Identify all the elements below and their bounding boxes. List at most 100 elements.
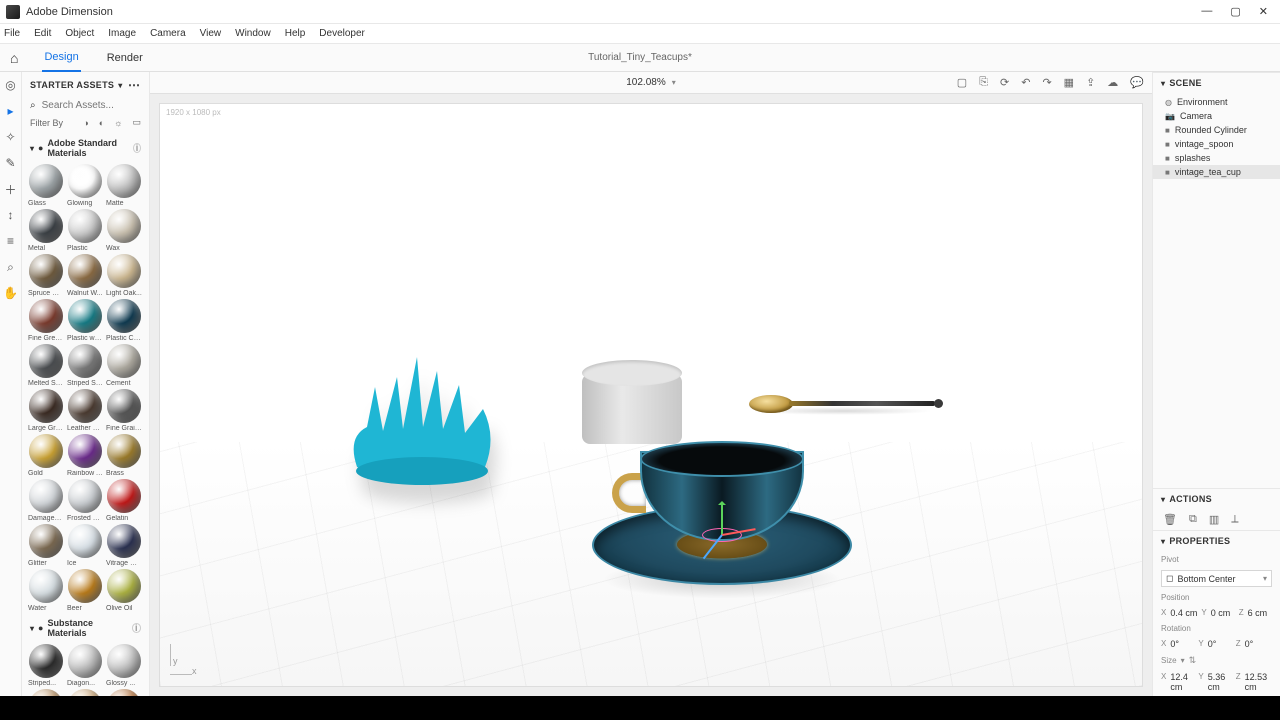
tab-design[interactable]: Design	[42, 44, 80, 72]
add-tool-icon[interactable]: ＋	[4, 182, 18, 196]
material-swatch[interactable]: Metal	[28, 209, 64, 252]
material-swatch[interactable]: Fine Green...	[28, 299, 64, 342]
zoom-tool-icon[interactable]: ⌕	[4, 260, 18, 274]
home-button[interactable]: ⌂	[10, 50, 18, 66]
minimize-button[interactable]: —	[1201, 5, 1212, 18]
material-swatch[interactable]: Gelatin	[106, 479, 142, 522]
delete-action-icon[interactable]: 🗑	[1163, 513, 1177, 526]
rotation-z[interactable]: 0°	[1245, 639, 1269, 649]
rotation-x[interactable]: 0°	[1170, 639, 1194, 649]
menu-developer[interactable]: Developer	[319, 28, 365, 39]
menu-view[interactable]: View	[200, 28, 222, 39]
camera-bookmark-icon[interactable]: ⎘	[979, 76, 988, 89]
material-swatch[interactable]: Plastic Can...	[106, 299, 142, 342]
material-swatch[interactable]: Gold	[28, 434, 64, 477]
position-z[interactable]: 6 cm	[1248, 608, 1272, 618]
select-tool-icon[interactable]: ▸	[4, 104, 18, 118]
material-swatch[interactable]: Frosted Gl...	[67, 479, 103, 522]
material-swatch[interactable]: Leather Gr...	[67, 389, 103, 432]
material-swatch[interactable]: Striped...	[28, 644, 64, 687]
3d-viewport[interactable]: 1920 x 1080 px	[160, 104, 1142, 686]
align-tool-icon[interactable]: ≡	[4, 234, 18, 248]
material-swatch[interactable]	[28, 689, 64, 696]
filter-materials-icon[interactable]: ◐	[99, 118, 104, 128]
close-button[interactable]: ✕	[1259, 5, 1268, 18]
material-swatch[interactable]: Glitter	[28, 524, 64, 567]
scene-item[interactable]: ■vintage_spoon	[1153, 137, 1280, 151]
comment-icon[interactable]: 💬	[1130, 76, 1144, 89]
share-icon[interactable]: ⇪	[1086, 76, 1095, 89]
material-swatch[interactable]: Glossy ...	[106, 644, 142, 687]
scene-item[interactable]: ■splashes	[1153, 151, 1280, 165]
menu-edit[interactable]: Edit	[34, 28, 51, 39]
assets-header[interactable]: STARTER ASSETS	[30, 80, 114, 90]
refresh-icon[interactable]: ⟳	[1000, 76, 1009, 89]
material-swatch[interactable]: Plastic	[67, 209, 103, 252]
material-swatch[interactable]: Olive Oil	[106, 569, 142, 612]
scene-item[interactable]: 📷Camera	[1153, 109, 1280, 123]
marquee-icon[interactable]: ▢	[957, 76, 967, 89]
material-swatch[interactable]: Walnut W...	[67, 254, 103, 297]
material-swatch[interactable]: Cement	[106, 344, 142, 387]
menu-window[interactable]: Window	[235, 28, 271, 39]
size-y[interactable]: 5.36 cm	[1208, 672, 1232, 692]
rotation-y[interactable]: 0°	[1208, 639, 1232, 649]
material-swatch[interactable]: Light Oak...	[106, 254, 142, 297]
transform-gizmo[interactable]	[692, 505, 752, 565]
material-swatch[interactable]: Brass	[106, 434, 142, 477]
material-swatch[interactable]: Water	[28, 569, 64, 612]
material-swatch[interactable]: Glass	[28, 164, 64, 207]
undo-camera-icon[interactable]: ↶	[1021, 76, 1030, 89]
material-swatch[interactable]: Wax	[106, 209, 142, 252]
material-swatch[interactable]	[106, 689, 142, 696]
material-swatch[interactable]	[67, 689, 103, 696]
link-icon[interactable]: ⇅	[1189, 655, 1197, 666]
orbit-tool-icon[interactable]: ◎	[4, 78, 18, 92]
scene-item[interactable]: ◍Environment	[1153, 95, 1280, 109]
filter-images-icon[interactable]: ▭	[132, 117, 141, 128]
expand-icon[interactable]: ▾	[30, 144, 34, 153]
menu-file[interactable]: File	[4, 28, 20, 39]
object-splashes[interactable]	[337, 337, 507, 507]
assets-more-icon[interactable]: ⋯	[128, 78, 141, 92]
material-swatch[interactable]: Rainbow A...	[67, 434, 103, 477]
chevron-down-icon[interactable]: ▾	[672, 78, 676, 87]
pivot-select[interactable]: ◻ Bottom Center ▾	[1161, 570, 1272, 587]
menu-image[interactable]: Image	[108, 28, 136, 39]
size-x[interactable]: 12.4 cm	[1170, 672, 1194, 692]
menu-camera[interactable]: Camera	[150, 28, 186, 39]
group-action-icon[interactable]: ▥	[1209, 513, 1219, 526]
tab-render[interactable]: Render	[105, 45, 145, 71]
filter-models-icon[interactable]: ◑	[83, 118, 88, 128]
scene-item[interactable]: ■Rounded Cylinder	[1153, 123, 1280, 137]
info-icon[interactable]: i	[132, 623, 141, 633]
material-swatch[interactable]: Damaged ...	[28, 479, 64, 522]
category-substance-materials[interactable]: Substance Materials	[47, 618, 127, 638]
material-swatch[interactable]: Spruce Wo...	[28, 254, 64, 297]
material-swatch[interactable]: Melted Sn...	[28, 344, 64, 387]
render-preview-icon[interactable]: ▦	[1064, 76, 1074, 89]
material-swatch[interactable]: Plastic wit...	[67, 299, 103, 342]
redo-camera-icon[interactable]: ↷	[1042, 76, 1051, 89]
duplicate-action-icon[interactable]: ⧉	[1189, 513, 1197, 526]
search-input[interactable]	[42, 100, 150, 111]
category-adobe-materials[interactable]: Adobe Standard Materials	[47, 138, 129, 158]
menu-object[interactable]: Object	[65, 28, 94, 39]
material-swatch[interactable]: Beer	[67, 569, 103, 612]
info-icon[interactable]: i	[133, 143, 141, 153]
hand-tool-icon[interactable]: ✋	[4, 286, 18, 300]
move-tool-icon[interactable]: ↕	[4, 208, 18, 222]
sampler-tool-icon[interactable]: ✎	[4, 156, 18, 170]
expand-icon[interactable]: ▾	[30, 624, 34, 633]
zoom-level[interactable]: 102.08%	[626, 77, 665, 88]
magic-wand-tool-icon[interactable]: ✧	[4, 130, 18, 144]
material-swatch[interactable]: Ice	[67, 524, 103, 567]
cloud-icon[interactable]: ☁	[1107, 76, 1118, 89]
scene-item[interactable]: ■vintage_tea_cup	[1153, 165, 1280, 179]
material-swatch[interactable]: Striped Sto...	[67, 344, 103, 387]
chevron-down-icon[interactable]: ▾	[118, 81, 122, 90]
maximize-button[interactable]: ▢	[1230, 5, 1240, 18]
size-z[interactable]: 12.53 cm	[1245, 672, 1272, 692]
menu-help[interactable]: Help	[285, 28, 306, 39]
material-swatch[interactable]: Vitrage Gl...	[106, 524, 142, 567]
